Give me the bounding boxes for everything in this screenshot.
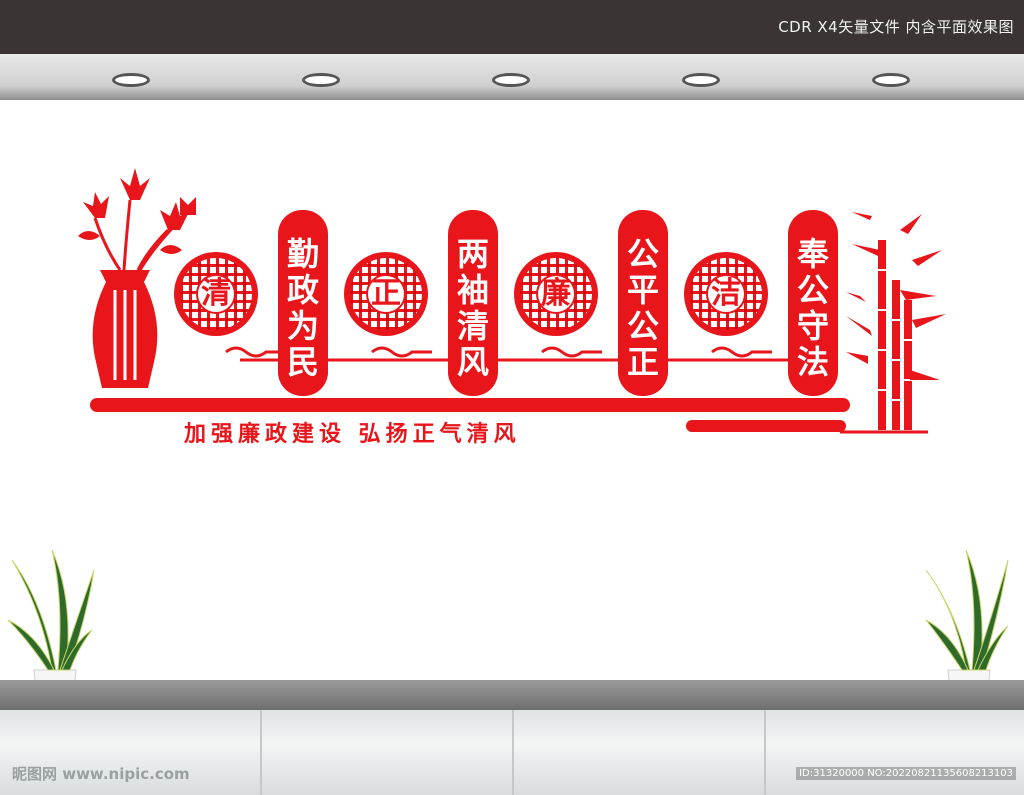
base-bar	[90, 398, 850, 412]
floor-tile-seam	[764, 710, 766, 795]
vertical-banner: 勤政为民	[278, 210, 328, 396]
banner-text: 奉公守法	[796, 235, 829, 381]
roundel-character: 清	[201, 276, 231, 311]
roundel-character: 洁	[711, 276, 741, 311]
roundel-medallion: 清	[174, 252, 258, 336]
vase-icon	[92, 270, 158, 388]
roundel-medallion: 洁	[684, 252, 768, 336]
floor-tile-seam	[260, 710, 262, 795]
base-bar-right	[686, 420, 846, 432]
roundel-medallion: 正	[344, 252, 428, 336]
banner-text: 勤政为民	[286, 235, 319, 381]
floor-tile-seam	[512, 710, 514, 795]
image-id-label: ID:31320000 NO:20220821135608213103	[796, 767, 1016, 780]
bamboo-icon	[846, 212, 946, 430]
slogan-text: 加强廉政建设 弘扬正气清风	[184, 422, 521, 447]
lotus-icon	[78, 168, 196, 271]
roundel-character: 正	[371, 276, 401, 311]
banner-text: 两袖清风	[456, 235, 489, 381]
banner-text: 公平公正	[626, 235, 659, 381]
baseboard	[0, 680, 1024, 710]
roundel-character: 廉	[541, 276, 571, 311]
vertical-banner: 奉公守法	[788, 210, 838, 396]
vertical-banner: 公平公正	[618, 210, 668, 396]
roundel-medallion: 廉	[514, 252, 598, 336]
watermark: 昵图网 www.nipic.com	[12, 765, 190, 783]
wall-decoration	[7, 168, 1009, 711]
vertical-banner: 两袖清风	[448, 210, 498, 396]
